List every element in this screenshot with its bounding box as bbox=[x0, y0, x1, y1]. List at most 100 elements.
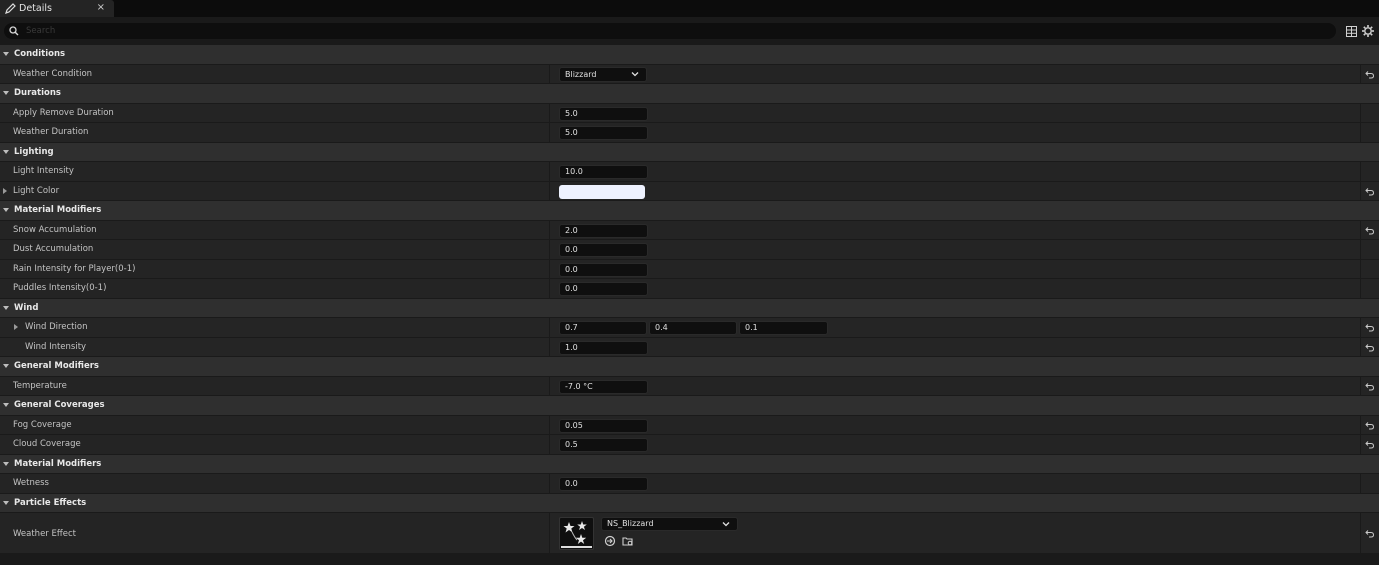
column-divider[interactable] bbox=[549, 337, 550, 356]
wind-direction-z-input[interactable]: 0.1 bbox=[739, 321, 828, 335]
property-label: Light Color bbox=[13, 185, 60, 196]
property-label: Fog Coverage bbox=[13, 419, 72, 430]
category-label: Durations bbox=[14, 88, 61, 98]
category-particle-effects[interactable]: Particle Effects bbox=[0, 493, 1379, 513]
category-label: Lighting bbox=[14, 146, 54, 157]
asset-name: NS_Blizzard bbox=[607, 519, 654, 528]
reset-to-default-icon[interactable] bbox=[1365, 323, 1374, 332]
weather-duration-input[interactable]: 5.0 bbox=[559, 126, 648, 140]
column-divider bbox=[1360, 318, 1361, 337]
category-general-coverages[interactable]: General Coverages bbox=[0, 396, 1379, 416]
details-panel: Conditions Weather Condition Blizzard Du… bbox=[0, 17, 1379, 565]
rain-intensity-input[interactable]: 0.0 bbox=[559, 262, 648, 277]
temperature-input[interactable]: -7.0 °C bbox=[559, 379, 648, 394]
column-divider bbox=[1360, 240, 1361, 259]
collapse-arrow-icon[interactable] bbox=[3, 403, 9, 407]
row-dust-accumulation: Dust Accumulation 0.0 bbox=[0, 240, 1379, 260]
category-material-modifiers[interactable]: Material Modifiers bbox=[0, 201, 1379, 221]
dust-accumulation-input[interactable]: 0.0 bbox=[559, 243, 648, 257]
column-divider[interactable] bbox=[549, 376, 550, 395]
property-label: Puddles Intensity(0-1) bbox=[13, 283, 107, 293]
close-icon[interactable]: × bbox=[97, 2, 105, 13]
search-box[interactable] bbox=[4, 23, 1336, 39]
collapse-arrow-icon[interactable] bbox=[3, 461, 9, 466]
cloud-coverage-input[interactable]: 0.5 bbox=[559, 438, 648, 452]
collapse-arrow-icon[interactable] bbox=[3, 149, 9, 154]
category-wind[interactable]: Wind bbox=[0, 298, 1379, 318]
light-intensity-input[interactable]: 10.0 bbox=[559, 165, 648, 179]
column-divider[interactable] bbox=[549, 64, 550, 83]
collapse-arrow-icon[interactable] bbox=[3, 52, 9, 56]
reset-to-default-icon[interactable] bbox=[1365, 382, 1374, 391]
reset-to-default-icon[interactable] bbox=[1365, 343, 1374, 352]
column-divider[interactable] bbox=[549, 240, 550, 259]
column-divider[interactable] bbox=[549, 123, 550, 142]
property-label: Weather Effect bbox=[13, 529, 76, 539]
property-label: Dust Accumulation bbox=[13, 244, 94, 254]
column-divider[interactable] bbox=[549, 435, 550, 454]
property-label: Cloud Coverage bbox=[13, 439, 81, 449]
wind-direction-y-input[interactable]: 0.4 bbox=[649, 321, 737, 335]
column-divider bbox=[1360, 64, 1361, 83]
property-rows: Conditions Weather Condition Blizzard Du… bbox=[0, 45, 1379, 554]
column-divider bbox=[1360, 415, 1361, 434]
column-divider bbox=[1360, 162, 1361, 181]
property-label: Wetness bbox=[13, 478, 49, 488]
row-snow-accumulation: Snow Accumulation 2.0 bbox=[0, 220, 1379, 240]
grid-view-icon[interactable] bbox=[1345, 25, 1357, 37]
category-lighting[interactable]: Lighting bbox=[0, 142, 1379, 162]
column-divider bbox=[1360, 513, 1361, 553]
column-divider[interactable] bbox=[549, 181, 550, 200]
search-input[interactable] bbox=[24, 25, 1324, 37]
category-material-modifiers-2[interactable]: Material Modifiers bbox=[0, 454, 1379, 474]
snow-accumulation-input[interactable]: 2.0 bbox=[559, 223, 648, 238]
column-divider[interactable] bbox=[549, 415, 550, 434]
property-label: Wind Direction bbox=[25, 322, 88, 332]
puddles-intensity-input[interactable]: 0.0 bbox=[559, 282, 648, 296]
collapse-arrow-icon[interactable] bbox=[3, 364, 9, 368]
asset-thumbnail[interactable] bbox=[559, 517, 594, 550]
weather-condition-dropdown[interactable]: Blizzard bbox=[559, 66, 647, 82]
reset-to-default-icon[interactable] bbox=[1365, 187, 1374, 196]
column-divider[interactable] bbox=[549, 474, 550, 493]
category-conditions[interactable]: Conditions bbox=[0, 45, 1379, 65]
column-divider[interactable] bbox=[549, 318, 550, 337]
column-divider[interactable] bbox=[549, 259, 550, 278]
category-general-modifiers[interactable]: General Modifiers bbox=[0, 357, 1379, 377]
column-divider[interactable] bbox=[549, 513, 550, 553]
dropdown-value: Blizzard bbox=[565, 69, 597, 79]
chevron-down-icon bbox=[631, 71, 639, 76]
fog-coverage-input[interactable]: 0.05 bbox=[559, 418, 648, 433]
pencil-icon bbox=[3, 2, 17, 16]
collapse-arrow-icon[interactable] bbox=[3, 208, 9, 212]
browse-asset-icon[interactable] bbox=[622, 535, 634, 547]
settings-gear-icon[interactable] bbox=[1362, 25, 1374, 37]
expand-arrow-icon[interactable] bbox=[14, 324, 18, 330]
collapse-arrow-icon[interactable] bbox=[3, 91, 9, 95]
collapse-arrow-icon[interactable] bbox=[3, 305, 9, 310]
expand-arrow-icon[interactable] bbox=[3, 187, 7, 194]
wind-direction-x-input[interactable]: 0.7 bbox=[559, 321, 647, 335]
weather-effect-asset-dropdown[interactable]: NS_Blizzard bbox=[601, 517, 738, 531]
column-divider[interactable] bbox=[549, 220, 550, 239]
reset-to-default-icon[interactable] bbox=[1365, 440, 1374, 449]
reset-to-default-icon[interactable] bbox=[1365, 421, 1374, 430]
wetness-input[interactable]: 0.0 bbox=[559, 477, 648, 491]
row-wetness: Wetness 0.0 bbox=[0, 474, 1379, 494]
use-selected-asset-icon[interactable] bbox=[604, 535, 616, 547]
column-divider[interactable] bbox=[549, 279, 550, 298]
reset-to-default-icon[interactable] bbox=[1365, 70, 1374, 79]
light-color-swatch[interactable] bbox=[559, 184, 645, 199]
column-divider bbox=[1360, 337, 1361, 356]
reset-to-default-icon[interactable] bbox=[1365, 529, 1374, 538]
apply-remove-duration-input[interactable]: 5.0 bbox=[559, 106, 648, 121]
category-durations[interactable]: Durations bbox=[0, 84, 1379, 104]
wind-intensity-input[interactable]: 1.0 bbox=[559, 340, 648, 355]
category-label: Material Modifiers bbox=[14, 458, 102, 469]
tab-details[interactable]: Details × bbox=[0, 0, 114, 17]
column-divider[interactable] bbox=[549, 162, 550, 181]
collapse-arrow-icon[interactable] bbox=[3, 500, 9, 505]
row-apply-remove-duration: Apply Remove Duration 5.0 bbox=[0, 103, 1379, 123]
reset-to-default-icon[interactable] bbox=[1365, 226, 1374, 235]
column-divider[interactable] bbox=[549, 103, 550, 122]
